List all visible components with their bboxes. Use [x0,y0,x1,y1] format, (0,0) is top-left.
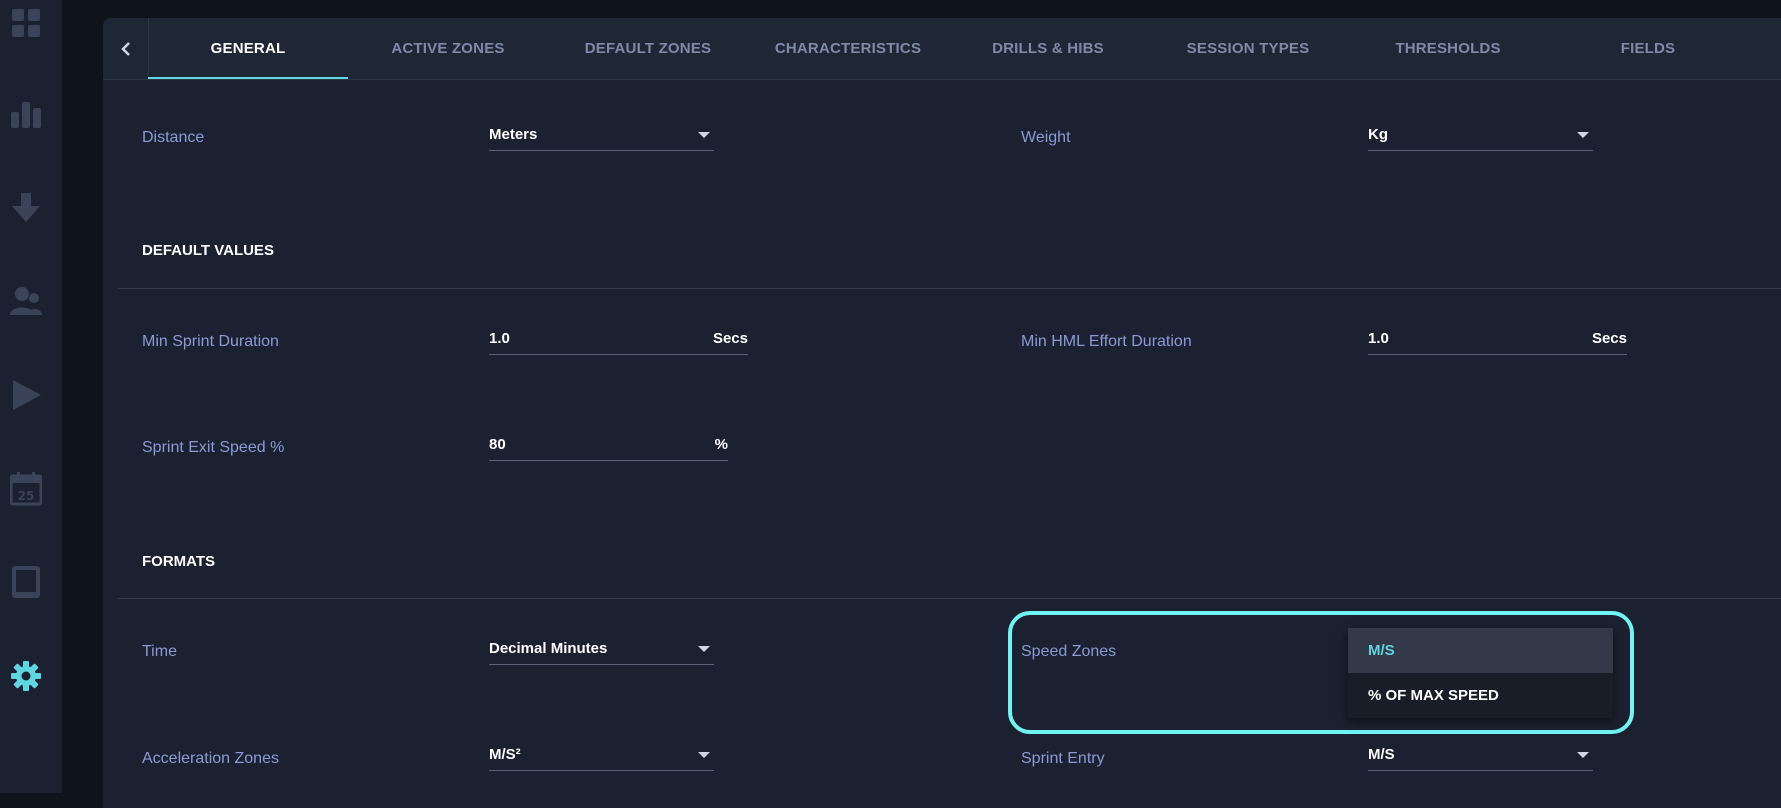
sidebar-gap [62,0,103,793]
min-sprint-duration-unit: Secs [712,330,748,347]
tab-session-types[interactable]: SESSION TYPES [1148,18,1348,79]
weight-label: Weight [1021,129,1071,146]
tab-bar: GENERAL ACTIVE ZONES DEFAULT ZONES CHARA… [103,18,1781,80]
gear-icon[interactable] [8,658,44,694]
default-values-heading: DEFAULT VALUES [142,242,274,259]
min-hml-effort-duration-label: Min HML Effort Duration [1021,333,1192,350]
play-icon[interactable] [8,377,44,413]
acceleration-zones-label: Acceleration Zones [142,750,279,767]
sprint-entry-label: Sprint Entry [1021,750,1105,767]
sprint-exit-speed-value: 80 [489,436,506,453]
divider [118,598,1781,599]
tab-active-zones[interactable]: ACTIVE ZONES [348,18,548,79]
acceleration-zones-select[interactable]: M/S² [489,746,714,771]
distance-label: Distance [142,129,205,146]
distance-value: Meters [489,126,538,143]
sprint-exit-speed-input[interactable]: 80 % [489,436,728,461]
tablet-icon[interactable] [8,564,44,600]
chevron-down-icon [1577,752,1589,758]
weight-select[interactable]: Kg [1368,126,1593,151]
sidebar: 25 [0,0,62,793]
tab-drills-hibs[interactable]: DRILLS & HIBS [948,18,1148,79]
formats-heading: FORMATS [142,553,216,570]
tab-general[interactable]: GENERAL [148,18,348,79]
tab-fields[interactable]: FIELDS [1548,18,1748,79]
time-select[interactable]: Decimal Minutes [489,640,714,665]
back-button[interactable] [103,18,149,79]
sprint-exit-speed-unit: % [714,436,728,453]
tab-thresholds[interactable]: THRESHOLDS [1348,18,1548,79]
sprint-exit-speed-label: Sprint Exit Speed % [142,439,285,456]
bar-chart-icon[interactable] [8,96,44,132]
calendar-icon[interactable]: 25 [8,471,44,507]
speed-zones-option-ms[interactable]: M/S [1348,628,1613,673]
sprint-entry-select[interactable]: M/S [1368,746,1593,771]
min-hml-effort-duration-unit: Secs [1591,330,1627,347]
chevron-down-icon [1577,132,1589,138]
calendar-day-text: 25 [18,489,35,503]
divider [118,288,1781,289]
min-hml-effort-duration-value: 1.0 [1368,330,1389,347]
speed-zones-option-max-speed[interactable]: % OF MAX SPEED [1348,673,1613,718]
speed-zones-dropdown: M/S % OF MAX SPEED [1348,628,1613,718]
grid-icon[interactable] [8,5,44,41]
users-icon[interactable] [8,283,44,319]
acceleration-zones-value: M/S² [489,746,521,763]
tab-characteristics[interactable]: CHARACTERISTICS [748,18,948,79]
time-value: Decimal Minutes [489,640,608,657]
chevron-down-icon [698,646,710,652]
min-sprint-duration-input[interactable]: 1.0 Secs [489,330,748,355]
tab-default-zones[interactable]: DEFAULT ZONES [548,18,748,79]
chevron-down-icon [698,132,710,138]
sprint-entry-value: M/S [1368,746,1395,763]
min-sprint-duration-label: Min Sprint Duration [142,333,279,350]
chevron-down-icon [698,752,710,758]
chevron-left-icon [120,41,130,56]
distance-select[interactable]: Meters [489,126,714,151]
weight-value: Kg [1368,126,1388,143]
time-label: Time [142,643,177,660]
min-hml-effort-duration-input[interactable]: 1.0 Secs [1368,330,1627,355]
download-icon[interactable] [8,190,44,226]
min-sprint-duration-value: 1.0 [489,330,510,347]
